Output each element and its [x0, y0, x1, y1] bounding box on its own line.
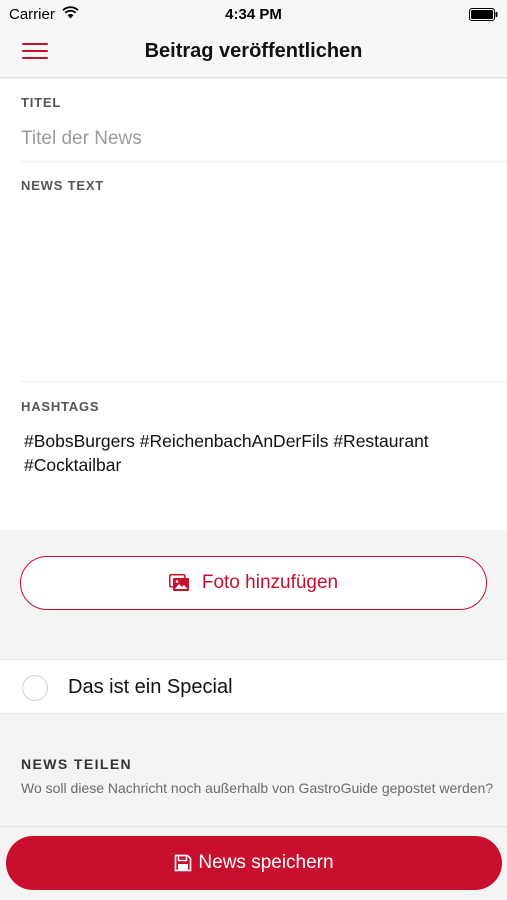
share-section-title: NEWS TEILEN [21, 756, 133, 772]
special-toggle-row[interactable]: Das ist ein Special [0, 659, 507, 714]
hashtags-label: HASHTAGS [21, 399, 100, 414]
save-news-label: News speichern [198, 852, 334, 873]
add-photo-label: Foto hinzufügen [201, 572, 339, 593]
navigation-bar: Beitrag veröffentlichen [0, 28, 507, 78]
status-bar: Carrier 4:34 PM [0, 0, 507, 28]
title-label: TITEL [21, 95, 62, 110]
news-text-input[interactable] [21, 203, 491, 373]
news-text-label: NEWS TEXT [21, 178, 105, 193]
floppy-disk-icon [175, 854, 192, 872]
divider [21, 161, 507, 162]
title-input[interactable] [21, 126, 491, 152]
clock: 4:34 PM [225, 6, 282, 23]
save-news-button[interactable]: News speichern [6, 836, 502, 890]
page-title: Beitrag veröffentlichen [144, 40, 363, 62]
add-photo-button[interactable]: Foto hinzufügen [20, 556, 487, 610]
special-label: Das ist ein Special [68, 676, 233, 698]
divider [0, 826, 507, 827]
hashtags-input[interactable]: #BobsBurgers #ReichenbachAnDerFils #Rest… [24, 429, 494, 477]
special-radio[interactable] [22, 675, 48, 701]
share-description: Wo soll diese Nachricht noch außerhalb v… [21, 780, 494, 796]
divider [21, 381, 507, 382]
news-form: TITEL NEWS TEXT HASHTAGS #BobsBurgers #R… [0, 79, 507, 530]
battery-icon [469, 8, 498, 25]
photo-gallery-icon [168, 574, 189, 591]
